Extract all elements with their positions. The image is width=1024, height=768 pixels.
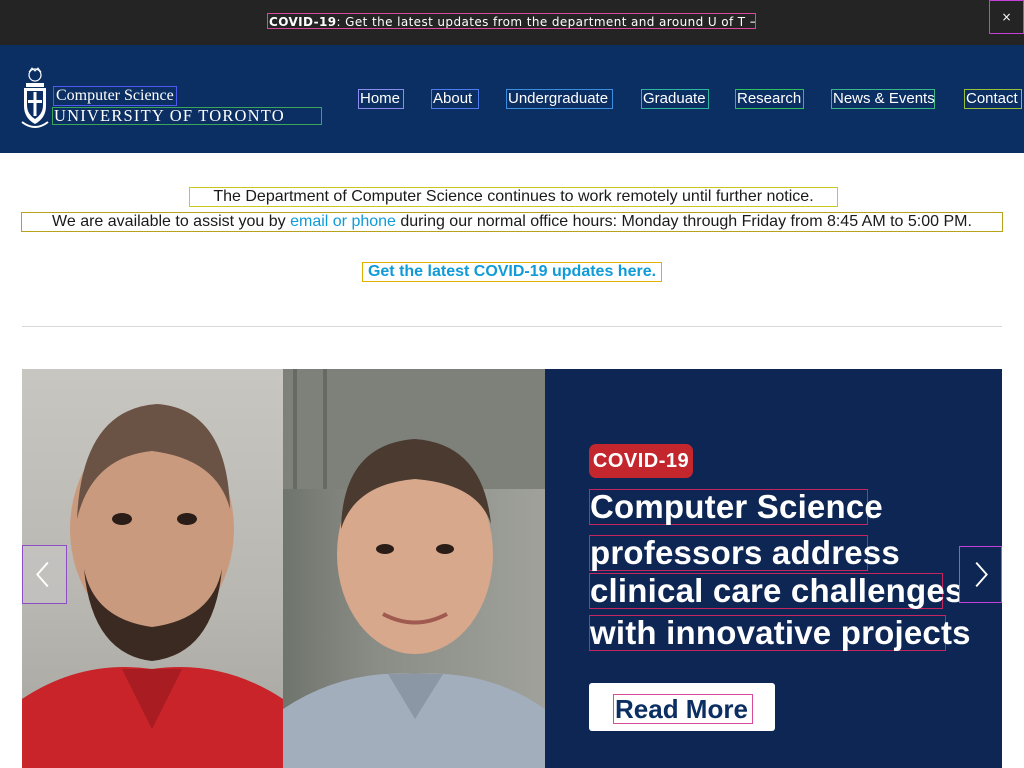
- university-crest-icon: [21, 67, 49, 128]
- site-header: Computer Science UNIVERSITY OF TORONTO H…: [0, 45, 1024, 153]
- chevron-left-icon: [36, 561, 49, 588]
- carousel-next-button[interactable]: [959, 546, 1002, 603]
- slide-headline-line-2: professors address: [589, 534, 900, 571]
- slide-headline-line-3: clinical care challenges: [589, 572, 964, 609]
- nav-research[interactable]: Research: [735, 89, 804, 109]
- office-hours-notice: We are available to assist you by email …: [21, 212, 1003, 232]
- chevron-right-icon: [975, 561, 988, 588]
- covid-alert-label: COVID-19: [269, 15, 337, 29]
- email-or-phone-link[interactable]: email or phone: [290, 213, 396, 230]
- covid-updates-link[interactable]: Get the latest COVID-19 updates here.: [362, 262, 662, 282]
- nav-about[interactable]: About: [431, 89, 479, 109]
- office-hours-text-after: during our normal office hours: Monday t…: [395, 213, 972, 230]
- alert-close-button[interactable]: ×: [989, 0, 1024, 34]
- remote-work-notice: The Department of Computer Science conti…: [189, 187, 838, 207]
- covid-alert-bar: COVID-19: Get the latest updates from th…: [0, 0, 1024, 45]
- office-hours-text-before: We are available to assist you by: [52, 213, 291, 230]
- university-logo-text[interactable]: UNIVERSITY OF TORONTO: [52, 107, 322, 125]
- covid-badge: COVID-19: [589, 444, 693, 478]
- nav-home[interactable]: Home: [358, 89, 404, 109]
- news-carousel: COVID-19 Computer Science professors add…: [22, 369, 1002, 768]
- read-more-button[interactable]: Read More: [589, 683, 775, 731]
- professor-photo-right: [283, 369, 545, 768]
- nav-undergraduate[interactable]: Undergraduate: [506, 89, 613, 109]
- read-more-label: Read More: [613, 694, 753, 724]
- section-divider: [22, 326, 1002, 327]
- carousel-prev-button[interactable]: [22, 545, 67, 604]
- slide-headline-line-1: Computer Science: [589, 488, 883, 525]
- nav-contact[interactable]: Contact: [964, 89, 1022, 109]
- department-logo-text[interactable]: Computer Science: [53, 86, 177, 106]
- nav-news-events[interactable]: News & Events: [831, 89, 935, 109]
- covid-alert-link[interactable]: COVID-19: Get the latest updates from th…: [267, 13, 756, 29]
- nav-graduate[interactable]: Graduate: [641, 89, 709, 109]
- professor-portrait-right: [283, 369, 545, 768]
- covid-alert-text: : Get the latest updates from the depart…: [336, 15, 756, 29]
- slide-headline-line-4: with innovative projects: [589, 614, 971, 651]
